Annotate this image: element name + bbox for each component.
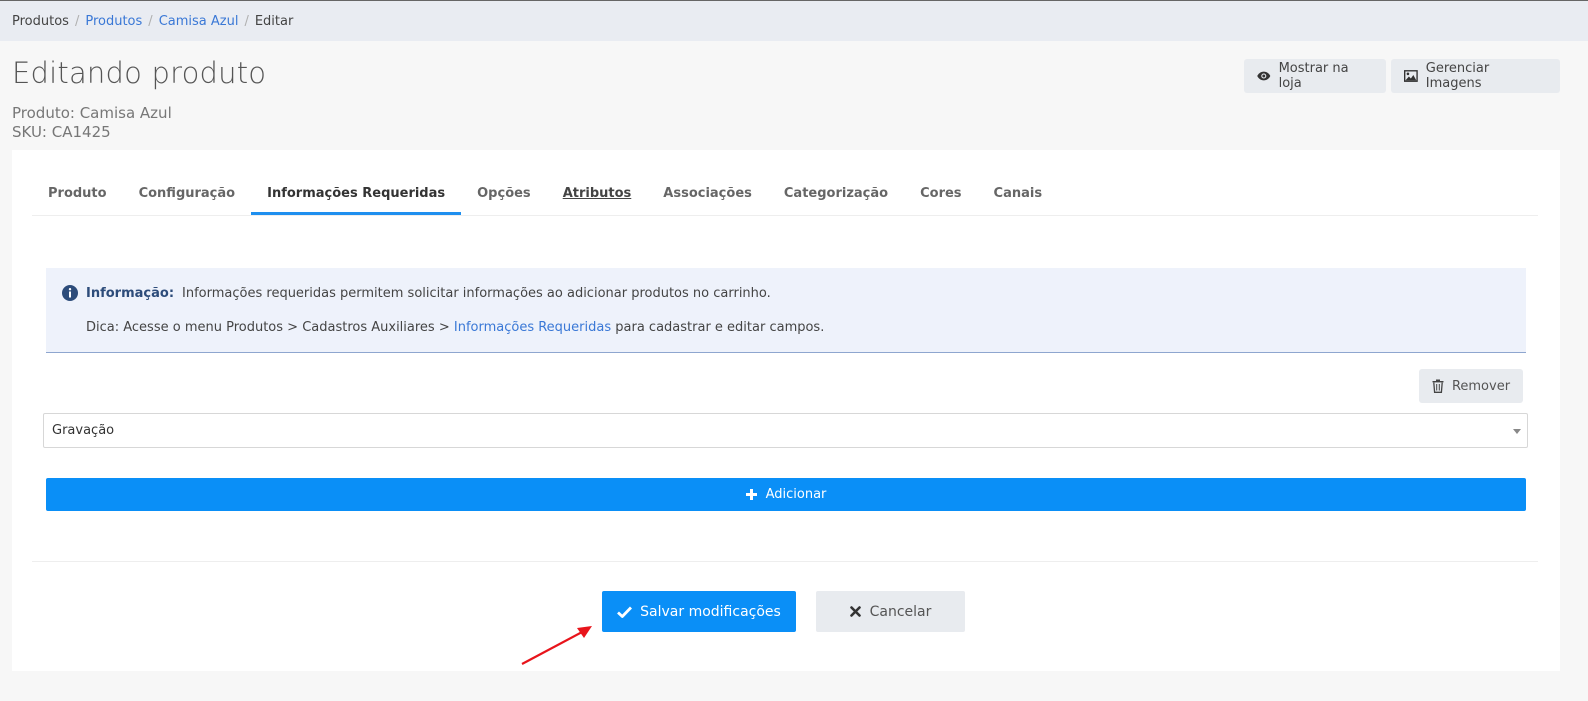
tab-opcoes[interactable]: Opções [461,171,547,215]
tab-cores[interactable]: Cores [904,171,977,215]
tab-atributos[interactable]: Atributos [547,171,648,215]
remove-label: Remover [1451,378,1511,394]
info-alert: Informação: Informações requeridas permi… [46,268,1526,353]
plus-icon [745,489,757,500]
info-row: Informação: Informações requeridas permi… [62,285,771,301]
info-circle-icon [62,285,78,301]
tab-bar: Produto Configuração Informações Requeri… [32,171,1538,216]
eye-icon [1257,71,1271,81]
cancel-button[interactable]: Cancelar [816,591,965,632]
tab-canais[interactable]: Canais [978,171,1059,215]
footer-divider [32,561,1538,562]
save-changes-button[interactable]: Salvar modificações [602,591,796,632]
info-label: Informação: [86,285,175,301]
tip-row: Dica: Acesse o menu Produtos > Cadastros… [86,320,824,335]
page-title: Editando produto [12,56,267,90]
add-label: Adicionar [765,487,827,502]
show-in-store-label: Mostrar na loja [1278,61,1349,91]
breadcrumb-link-product[interactable]: Camisa Azul [159,14,239,29]
tab-informacoes-requeridas[interactable]: Informações Requeridas [251,171,462,215]
image-icon [1404,70,1418,82]
tip-prefix: Dica: Acesse o menu Produtos > Cadastros… [86,320,450,335]
tip-suffix: para cadastrar e editar campos. [615,320,825,335]
close-icon [849,606,861,617]
tip-link[interactable]: Informações Requeridas [454,320,611,335]
manage-images-label: Gerenciar Imagens [1425,61,1490,91]
save-label: Salvar modificações [640,603,781,620]
add-button[interactable]: Adicionar [46,478,1526,511]
tab-configuracao[interactable]: Configuração [123,171,252,215]
breadcrumb-separator: / [74,13,80,29]
required-info-select[interactable]: Gravação [43,413,1528,448]
breadcrumb-current: Editar [254,13,294,29]
info-text: Informações requeridas permitem solicita… [182,285,771,301]
tab-associacoes[interactable]: Associações [647,171,768,215]
cancel-label: Cancelar [869,603,932,620]
tab-produto[interactable]: Produto [32,171,123,215]
breadcrumb-root: Produtos [12,13,69,29]
check-icon [617,606,633,618]
breadcrumb-link-produtos[interactable]: Produtos [85,14,142,29]
product-name-line: Produto: Camisa Azul [12,104,172,122]
annotation-arrow-icon [521,626,592,665]
sku-line: SKU: CA1425 [12,123,111,141]
tab-categorizacao[interactable]: Categorização [768,171,904,215]
trash-icon [1432,379,1444,393]
manage-images-button[interactable]: Gerenciar Imagens [1391,59,1560,93]
show-in-store-button[interactable]: Mostrar na loja [1244,59,1386,93]
breadcrumb: Produtos / Produtos / Camisa Azul / Edit… [0,1,1588,41]
breadcrumb-separator: / [148,13,153,29]
caret-down-icon [1513,429,1521,434]
remove-button[interactable]: Remover [1419,369,1523,403]
breadcrumb-separator: / [244,13,249,29]
select-value: Gravação [52,423,115,438]
